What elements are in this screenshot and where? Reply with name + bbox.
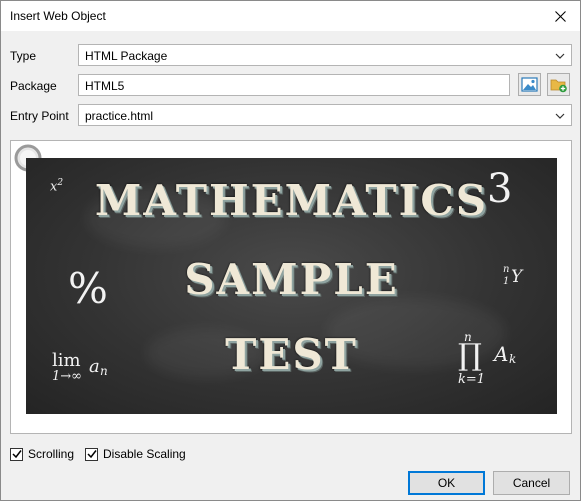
entry-point-value: practice.html [85,109,154,123]
math-ny-top: n [503,264,510,275]
math-lim-word: lim [52,350,81,371]
scrolling-checkbox[interactable]: Scrolling [10,447,74,461]
package-label: Package [10,79,57,93]
math-lim-subscript: 1→∞ [52,369,82,384]
math-product: n ∏ k=1 A k [456,330,546,394]
package-input[interactable]: HTML5 [78,74,510,96]
math-x-squared: x2 [50,178,63,194]
chalkboard-image: MATHEMATICS SAMPLE TEST x2 3 % n 1 Y lim… [26,158,557,414]
math-x-exponent: 2 [57,178,64,188]
math-prod-k: k [509,352,517,366]
math-limit: lim 1→∞ a n [52,350,142,390]
math-lim-n: n [100,364,108,378]
math-three: 3 [487,166,513,212]
disable-scaling-check-box[interactable] [85,447,98,461]
math-ny-main: Y [511,267,523,287]
math-percent: % [68,264,108,313]
math-prod-a: A [494,342,509,366]
chevron-down-icon [555,53,565,59]
disable-scaling-label: Disable Scaling [103,447,186,461]
disable-scaling-checkbox[interactable]: Disable Scaling [85,447,186,461]
title-bar: Insert Web Object [1,1,580,31]
type-label: Type [10,49,37,63]
close-button[interactable] [540,1,580,31]
browse-image-button[interactable] [518,73,541,96]
close-icon [554,10,566,22]
image-icon [521,77,538,92]
type-dropdown[interactable]: HTML Package [78,44,572,66]
math-prod-symbol: ∏ [458,338,482,373]
folder-add-icon [550,79,567,92]
web-object-preview[interactable]: MATHEMATICS SAMPLE TEST x2 3 % n 1 Y lim… [10,140,572,434]
board-title-line-1: MATHEMATICS [94,176,489,225]
scrolling-label: Scrolling [28,447,75,461]
math-lim-a: a [89,356,100,377]
type-value: HTML Package [85,49,168,63]
browse-folder-button[interactable] [547,73,570,96]
chevron-down-icon [555,113,565,119]
math-ny-bottom: 1 [503,276,510,287]
entry-point-label: Entry Point [10,109,69,123]
entry-point-dropdown[interactable]: practice.html [78,104,572,126]
checkmark-icon [86,450,97,459]
ok-button[interactable]: OK [408,471,485,495]
dialog-title: Insert Web Object [10,9,106,23]
checkmark-icon [11,450,22,459]
scrolling-check-box[interactable] [10,447,23,461]
math-prod-bottom: k=1 [458,372,486,387]
package-value: HTML5 [85,79,125,93]
cancel-button[interactable]: Cancel [493,471,570,495]
insert-web-object-dialog: Insert Web Object Type HTML Package Pack… [0,0,581,501]
